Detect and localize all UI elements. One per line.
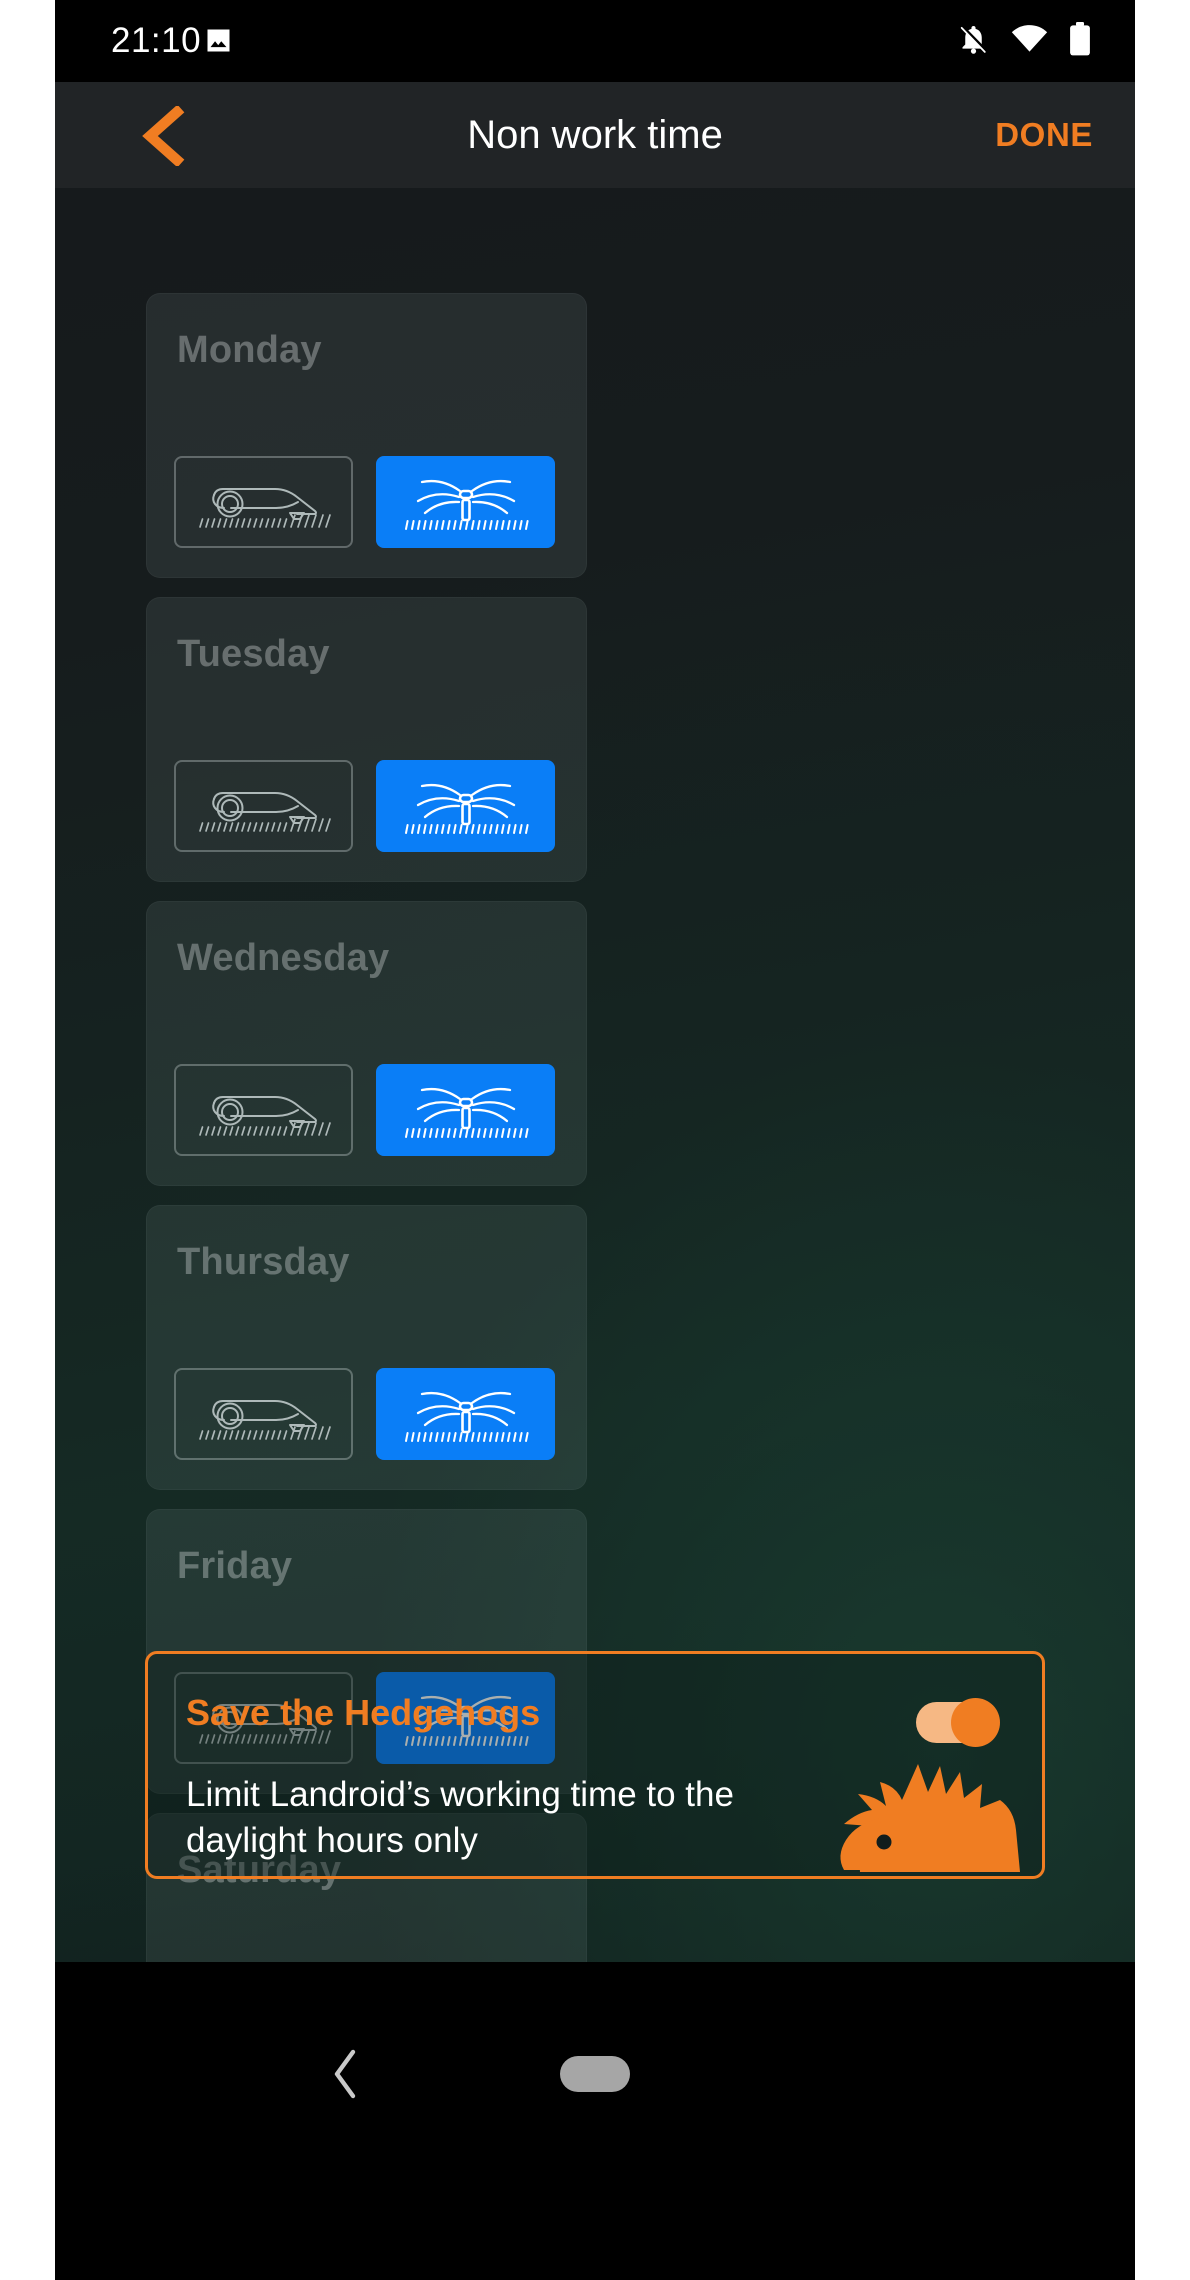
save-the-hedgehogs-panel[interactable]: Save the Hedgehogs Limit Landroid’s work… xyxy=(145,1651,1045,1879)
notifications-off-icon xyxy=(957,22,990,61)
day-label: Tuesday xyxy=(177,633,330,675)
mow-mode-button[interactable] xyxy=(174,760,353,852)
mow-mode-button[interactable] xyxy=(174,1368,353,1460)
day-label: Wednesday xyxy=(177,937,390,979)
done-button[interactable]: DONE xyxy=(995,82,1093,188)
hedgehog-panel-title: Save the Hedgehogs xyxy=(186,1692,541,1733)
status-bar: 21:10 xyxy=(55,0,1135,82)
day-label: Friday xyxy=(177,1545,293,1587)
system-navigation-bar xyxy=(55,1962,1135,2280)
page-title: Non work time xyxy=(467,112,723,157)
mode-toggle-group xyxy=(174,1368,555,1460)
day-card-monday[interactable]: Monday xyxy=(146,293,587,578)
water-mode-button[interactable] xyxy=(376,760,555,852)
mode-toggle-group xyxy=(174,760,555,852)
day-card-thursday[interactable]: Thursday xyxy=(146,1205,587,1490)
image-icon xyxy=(202,24,235,57)
nav-back-icon[interactable] xyxy=(331,2048,359,2100)
day-label: Monday xyxy=(177,329,322,371)
status-bar-right-icons xyxy=(957,21,1091,61)
day-card-tuesday[interactable]: Tuesday xyxy=(146,597,587,882)
day-label: Thursday xyxy=(177,1241,350,1283)
hedgehog-panel-description: Limit Landroid’s working time to the day… xyxy=(186,1775,734,1860)
status-time: 21:10 xyxy=(111,21,202,60)
mode-toggle-group xyxy=(174,1064,555,1156)
water-mode-button[interactable] xyxy=(376,1368,555,1460)
battery-full-icon xyxy=(1069,21,1091,61)
phone-screen: 21:10 Non work time DONE Monday Tuesday … xyxy=(55,0,1135,2280)
mow-mode-button[interactable] xyxy=(174,456,353,548)
app-bar: Non work time DONE xyxy=(55,82,1135,188)
home-indicator-pill[interactable] xyxy=(560,2056,630,2092)
mow-mode-button[interactable] xyxy=(174,1064,353,1156)
day-card-wednesday[interactable]: Wednesday xyxy=(146,901,587,1186)
wifi-icon xyxy=(1011,24,1048,58)
hedgehog-illustration xyxy=(822,1738,1032,1876)
water-mode-button[interactable] xyxy=(376,1064,555,1156)
content-area: Monday Tuesday Wednesday Thursday Friday… xyxy=(55,188,1135,1962)
water-mode-button[interactable] xyxy=(376,456,555,548)
mode-toggle-group xyxy=(174,456,555,548)
